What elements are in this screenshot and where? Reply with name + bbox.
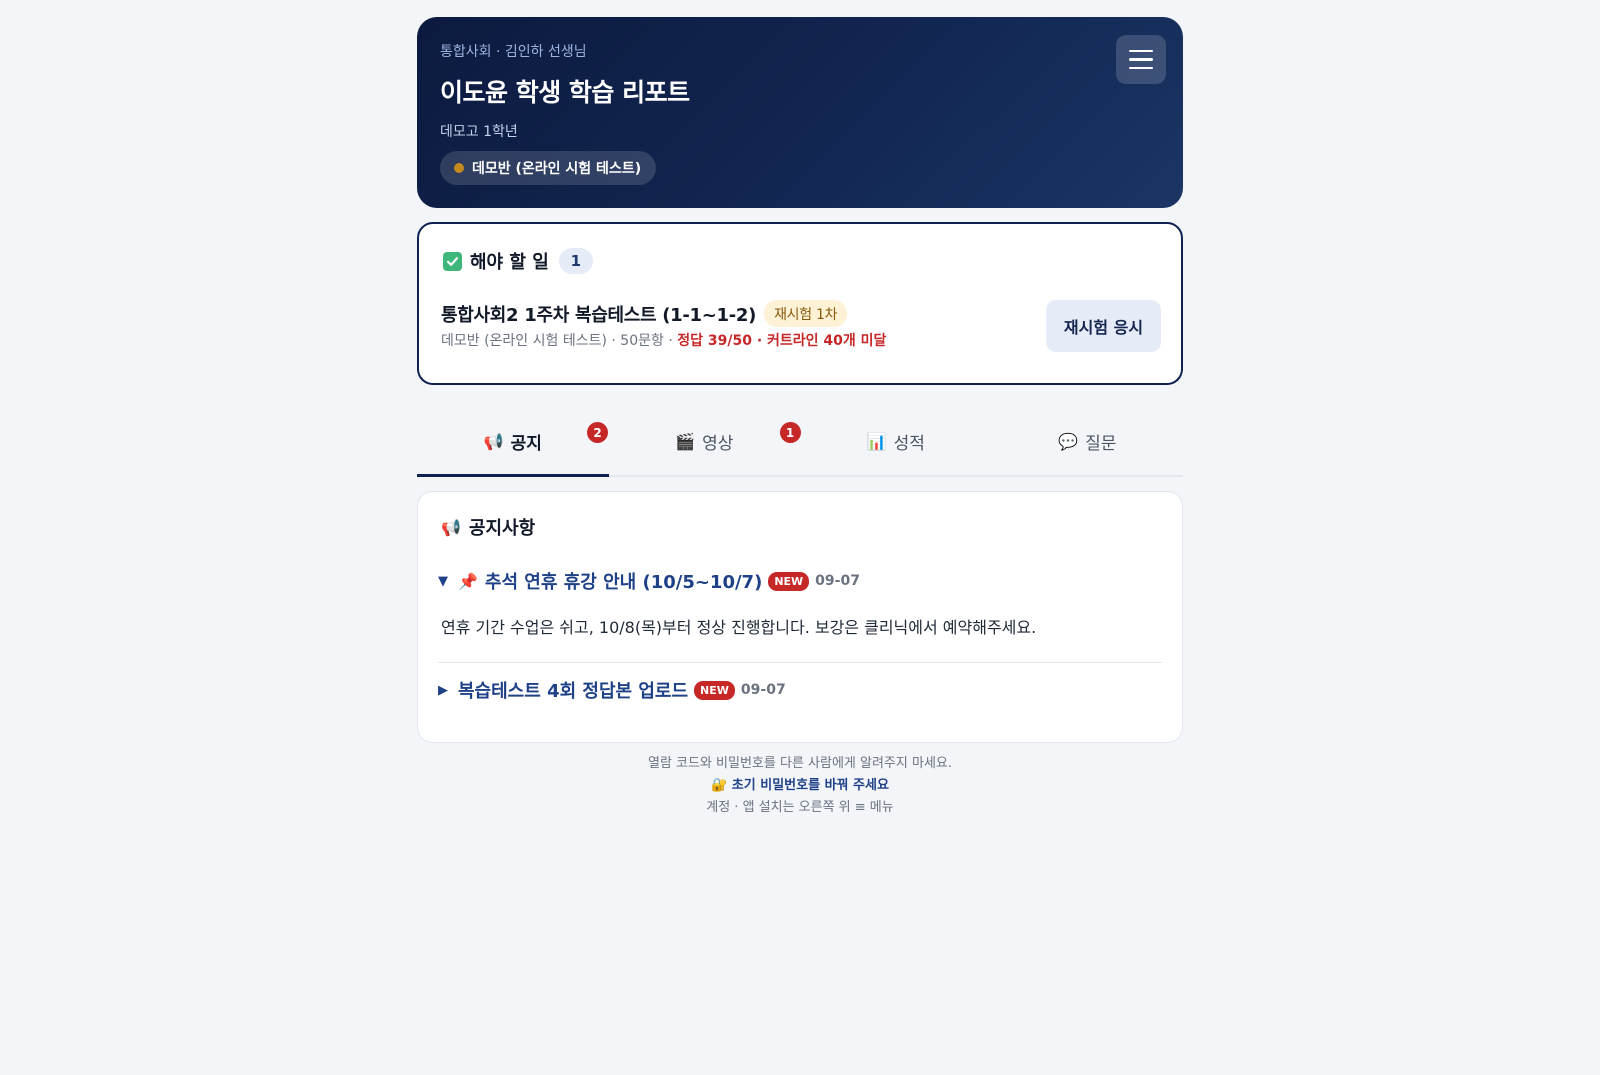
- tab-label: 영상: [702, 433, 734, 454]
- class-name: 데모반 (온라인 시험 테스트): [472, 161, 642, 177]
- notice-item-title: 추석 연휴 휴강 안내 (10/5~10/7): [484, 572, 763, 593]
- tab-video[interactable]: 🎬 영상 1: [609, 415, 801, 475]
- notice-body: 연휴 기간 수업은 쉬고, 10/8(목)부터 정상 진행합니다. 보강은 클리…: [441, 618, 1037, 637]
- retest-button[interactable]: 재시험 응시: [1046, 300, 1161, 352]
- megaphone-icon: 📢: [441, 517, 461, 537]
- status-dot-icon: [454, 163, 464, 173]
- tab-label: 공지: [510, 433, 542, 454]
- task-title-row: 통합사회2 1주차 복습테스트 (1-1~1-2) 재시험 1차: [441, 300, 848, 327]
- hamburger-menu-button[interactable]: [1116, 35, 1166, 84]
- report-header: 통합사회 · 김인하 선생님 이도윤 학생 학습 리포트 데모고 1학년 데모반…: [417, 17, 1183, 208]
- notice-title: 공지사항: [468, 518, 536, 539]
- notice-date: 09-07: [740, 682, 786, 698]
- checkbox-check-icon: [443, 251, 462, 271]
- todo-card: 해야 할 일 1 통합사회2 1주차 복습테스트 (1-1~1-2) 재시험 1…: [417, 222, 1183, 385]
- school-grade-label: 데모고 1학년: [440, 124, 518, 140]
- tab-label: 질문: [1085, 433, 1117, 454]
- speech-bubble-icon: 💬: [1058, 431, 1079, 451]
- tab-notice[interactable]: 📢 공지 2: [417, 415, 609, 477]
- tab-label: 성적: [893, 433, 925, 454]
- notice-date: 09-07: [815, 573, 860, 589]
- notice-item-title: 복습테스트 4회 정답본 업로드: [458, 681, 689, 702]
- class-pill: 데모반 (온라인 시험 테스트): [440, 151, 657, 185]
- expand-arrow-icon: ▶: [438, 682, 448, 698]
- tab-notice-count-badge: 2: [587, 422, 608, 443]
- notice-card: 📢 공지사항 ▼ 📌 추석 연휴 휴강 안내 (10/5~10/7) NEW 0…: [417, 491, 1183, 743]
- todo-header: 해야 할 일 1: [443, 248, 593, 274]
- retest-status-badge: 재시험 1차: [764, 300, 848, 327]
- new-badge: NEW: [768, 571, 810, 591]
- change-password-link[interactable]: 🔐 초기 비밀번호를 바꿔 주세요: [417, 775, 1183, 797]
- notice-section-title: 📢 공지사항: [441, 514, 535, 540]
- notice-item-expanded[interactable]: ▼ 📌 추석 연휴 휴강 안내 (10/5~10/7) NEW 09-07: [438, 568, 860, 594]
- menu-icon: [1129, 49, 1153, 53]
- page-title: 이도윤 학생 학습 리포트: [440, 78, 690, 107]
- notice-item-collapsed[interactable]: ▶ 복습테스트 4회 정답본 업로드 NEW 09-07: [438, 677, 786, 703]
- menu-hint-text: 계정 · 앱 설치는 오른쪽 위 ≡ 메뉴: [706, 800, 894, 815]
- app-container: 통합사회 · 김인하 선생님 이도윤 학생 학습 리포트 데모고 1학년 데모반…: [417, 17, 1183, 815]
- pin-icon: 📌: [458, 571, 478, 591]
- tab-video-count-badge: 1: [779, 422, 801, 443]
- security-warning-text: 열람 코드와 비밀번호를 다른 사람에게 알려주지 마세요.: [647, 756, 952, 771]
- collapse-arrow-icon: ▼: [438, 573, 448, 589]
- task-title: 통합사회2 1주차 복습테스트 (1-1~1-2): [441, 304, 757, 326]
- task-score-warning: 정답 39/50 · 커트라인 40개 미달: [677, 333, 887, 349]
- footer: 열람 코드와 비밀번호를 다른 사람에게 알려주지 마세요. 🔐 초기 비밀번호…: [417, 753, 1183, 819]
- subject-teacher-label: 통합사회 · 김인하 선생님: [440, 44, 587, 60]
- tab-questions[interactable]: 💬 질문: [992, 415, 1184, 475]
- tab-bar: 📢 공지 2 🎬 영상 1 📊 성적 💬 질문: [417, 415, 1183, 477]
- new-badge: NEW: [694, 680, 735, 700]
- task-meta-info: 데모반 (온라인 시험 테스트) · 50문항 ·: [441, 333, 678, 349]
- bar-chart-icon: 📊: [866, 431, 887, 451]
- megaphone-icon: 📢: [483, 431, 504, 451]
- tab-grades[interactable]: 📊 성적: [800, 415, 992, 475]
- divider: [438, 662, 1162, 663]
- clapperboard-icon: 🎬: [675, 431, 696, 451]
- todo-count-badge: 1: [558, 248, 593, 274]
- task-meta: 데모반 (온라인 시험 테스트) · 50문항 · 정답 39/50 · 커트라…: [441, 330, 886, 350]
- todo-title: 해야 할 일: [470, 252, 549, 273]
